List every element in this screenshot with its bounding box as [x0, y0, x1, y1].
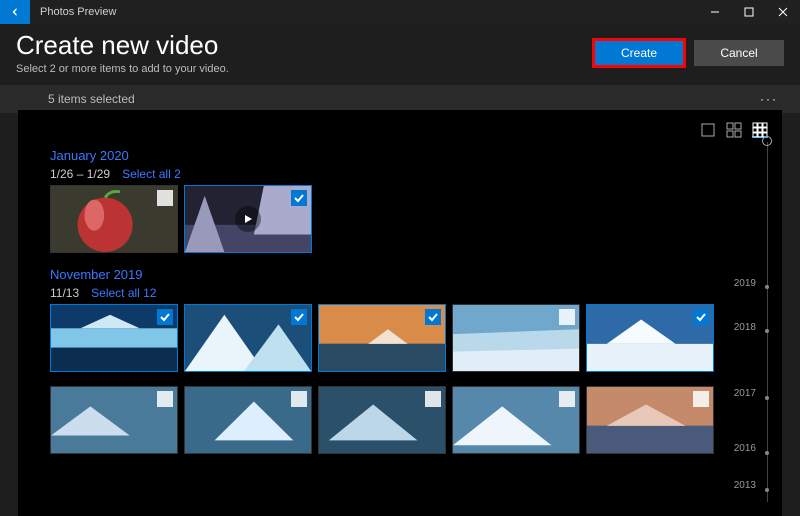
checkbox-icon[interactable]	[425, 391, 441, 407]
checkbox-icon[interactable]	[693, 391, 709, 407]
view-single-button[interactable]	[700, 122, 716, 138]
selection-count: 5 items selected	[48, 92, 135, 106]
back-arrow-icon	[9, 6, 21, 18]
page-title: Create new video	[16, 30, 229, 61]
timeline-year: 2013	[734, 480, 756, 491]
content-area: January 2020 1/26 – 1/29 Select all 2	[18, 110, 782, 516]
title-bar: Photos Preview	[0, 0, 800, 24]
close-button[interactable]	[766, 0, 800, 24]
page-subtitle: Select 2 or more items to add to your vi…	[16, 63, 229, 75]
media-thumb-apple[interactable]	[50, 185, 178, 253]
timeline-year: 2018	[734, 322, 756, 333]
timeline-handle-icon[interactable]	[762, 136, 772, 146]
media-thumb-waterfall-video[interactable]	[184, 185, 312, 253]
cancel-button[interactable]: Cancel	[694, 40, 784, 66]
back-button[interactable]	[0, 0, 30, 24]
maximize-button[interactable]	[732, 0, 766, 24]
timeline-year: 2016	[734, 443, 756, 454]
selection-toolbar: 5 items selected ···	[0, 85, 800, 113]
month-heading: November 2019	[50, 267, 770, 282]
media-thumb[interactable]	[586, 386, 714, 454]
media-thumb[interactable]	[184, 386, 312, 454]
media-thumb-iceberg-sunset[interactable]	[318, 304, 446, 372]
date-range: 11/13	[50, 286, 79, 300]
timeline-year: 2019	[734, 278, 756, 289]
media-thumb-iceberg-close[interactable]	[184, 304, 312, 372]
play-icon	[235, 206, 261, 232]
media-thumb[interactable]	[50, 386, 178, 454]
media-thumb-glacier-wall[interactable]	[452, 304, 580, 372]
more-options-button[interactable]: ···	[756, 88, 782, 110]
select-all-link[interactable]: Select all 2	[122, 167, 181, 181]
checkbox-icon[interactable]	[559, 391, 575, 407]
media-thumb[interactable]	[318, 386, 446, 454]
select-all-link[interactable]: Select all 12	[91, 286, 156, 300]
app-title: Photos Preview	[40, 6, 116, 18]
checkbox-icon[interactable]	[291, 190, 307, 206]
window-controls	[698, 0, 800, 24]
checkbox-icon[interactable]	[291, 391, 307, 407]
timeline-scrubber[interactable]: 2019 2018 2017 2016 2013	[758, 138, 776, 506]
checkbox-icon[interactable]	[693, 309, 709, 325]
view-grid2-button[interactable]	[726, 122, 742, 138]
month-heading: January 2020	[50, 148, 770, 163]
minimize-button[interactable]	[698, 0, 732, 24]
create-button[interactable]: Create	[594, 40, 684, 66]
media-thumb-snow-mountain[interactable]	[586, 304, 714, 372]
date-range: 1/26 – 1/29	[50, 167, 110, 181]
header: Create new video Select 2 or more items …	[0, 24, 800, 85]
media-thumb[interactable]	[452, 386, 580, 454]
timeline-year: 2017	[734, 388, 756, 399]
checkbox-icon[interactable]	[425, 309, 441, 325]
view-switch	[32, 122, 768, 138]
checkbox-icon[interactable]	[559, 309, 575, 325]
checkbox-icon[interactable]	[157, 391, 173, 407]
checkbox-icon[interactable]	[157, 309, 173, 325]
checkbox-icon[interactable]	[157, 190, 173, 206]
checkbox-icon[interactable]	[291, 309, 307, 325]
media-thumb-glacier[interactable]	[50, 304, 178, 372]
